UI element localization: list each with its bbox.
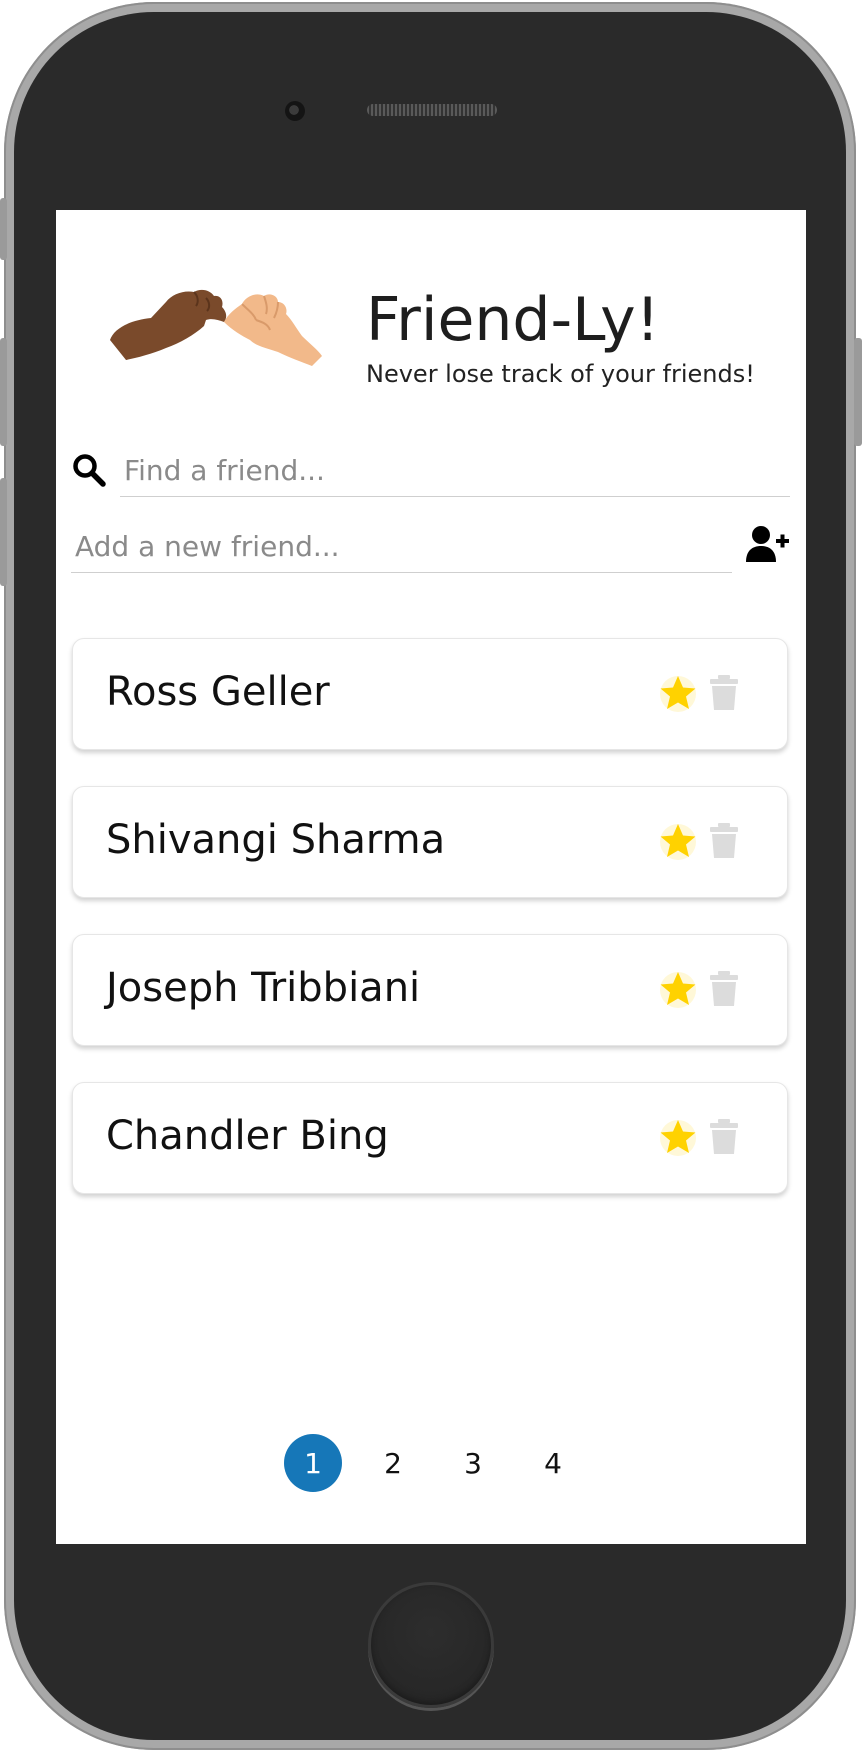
friend-list: Ross Geller Shivangi Sharma Joseph Tribb… xyxy=(72,638,790,1230)
app-tagline: Never lose track of your friends! xyxy=(366,360,755,388)
star-icon[interactable] xyxy=(658,673,698,713)
page-1-button[interactable]: 1 xyxy=(284,1434,342,1492)
mute-switch xyxy=(0,198,7,260)
page-2-button[interactable]: 2 xyxy=(364,1434,422,1492)
volume-up-button xyxy=(0,338,7,446)
pinky-promise-hands-logo xyxy=(110,289,322,366)
trash-icon[interactable] xyxy=(709,675,739,711)
home-button[interactable] xyxy=(368,1582,494,1708)
trash-icon[interactable] xyxy=(709,1119,739,1155)
friend-name: Ross Geller xyxy=(106,669,330,715)
star-icon[interactable] xyxy=(658,1117,698,1157)
star-icon[interactable] xyxy=(658,969,698,1009)
add-user-icon[interactable] xyxy=(746,525,790,565)
trash-icon[interactable] xyxy=(709,823,739,859)
trash-icon[interactable] xyxy=(709,971,739,1007)
friend-name: Shivangi Sharma xyxy=(106,817,446,863)
front-camera xyxy=(285,101,305,121)
app-title: Friend-Ly! xyxy=(366,285,660,355)
friend-card: Joseph Tribbiani xyxy=(72,934,788,1046)
power-button xyxy=(854,338,862,446)
app-screen: Friend-Ly! Never lose track of your frie… xyxy=(56,210,806,1544)
page-4-button[interactable]: 4 xyxy=(524,1434,582,1492)
friend-card: Ross Geller xyxy=(72,638,788,750)
search-input[interactable] xyxy=(120,445,790,497)
add-friend-input[interactable] xyxy=(71,521,732,573)
friend-card: Chandler Bing xyxy=(72,1082,788,1194)
search-icon xyxy=(73,454,106,487)
friend-name: Joseph Tribbiani xyxy=(106,965,421,1011)
volume-down-button xyxy=(0,478,7,586)
friend-card: Shivangi Sharma xyxy=(72,786,788,898)
page-3-button[interactable]: 3 xyxy=(444,1434,502,1492)
earpiece-speaker xyxy=(367,104,497,116)
friend-name: Chandler Bing xyxy=(106,1113,389,1159)
star-icon[interactable] xyxy=(658,821,698,861)
